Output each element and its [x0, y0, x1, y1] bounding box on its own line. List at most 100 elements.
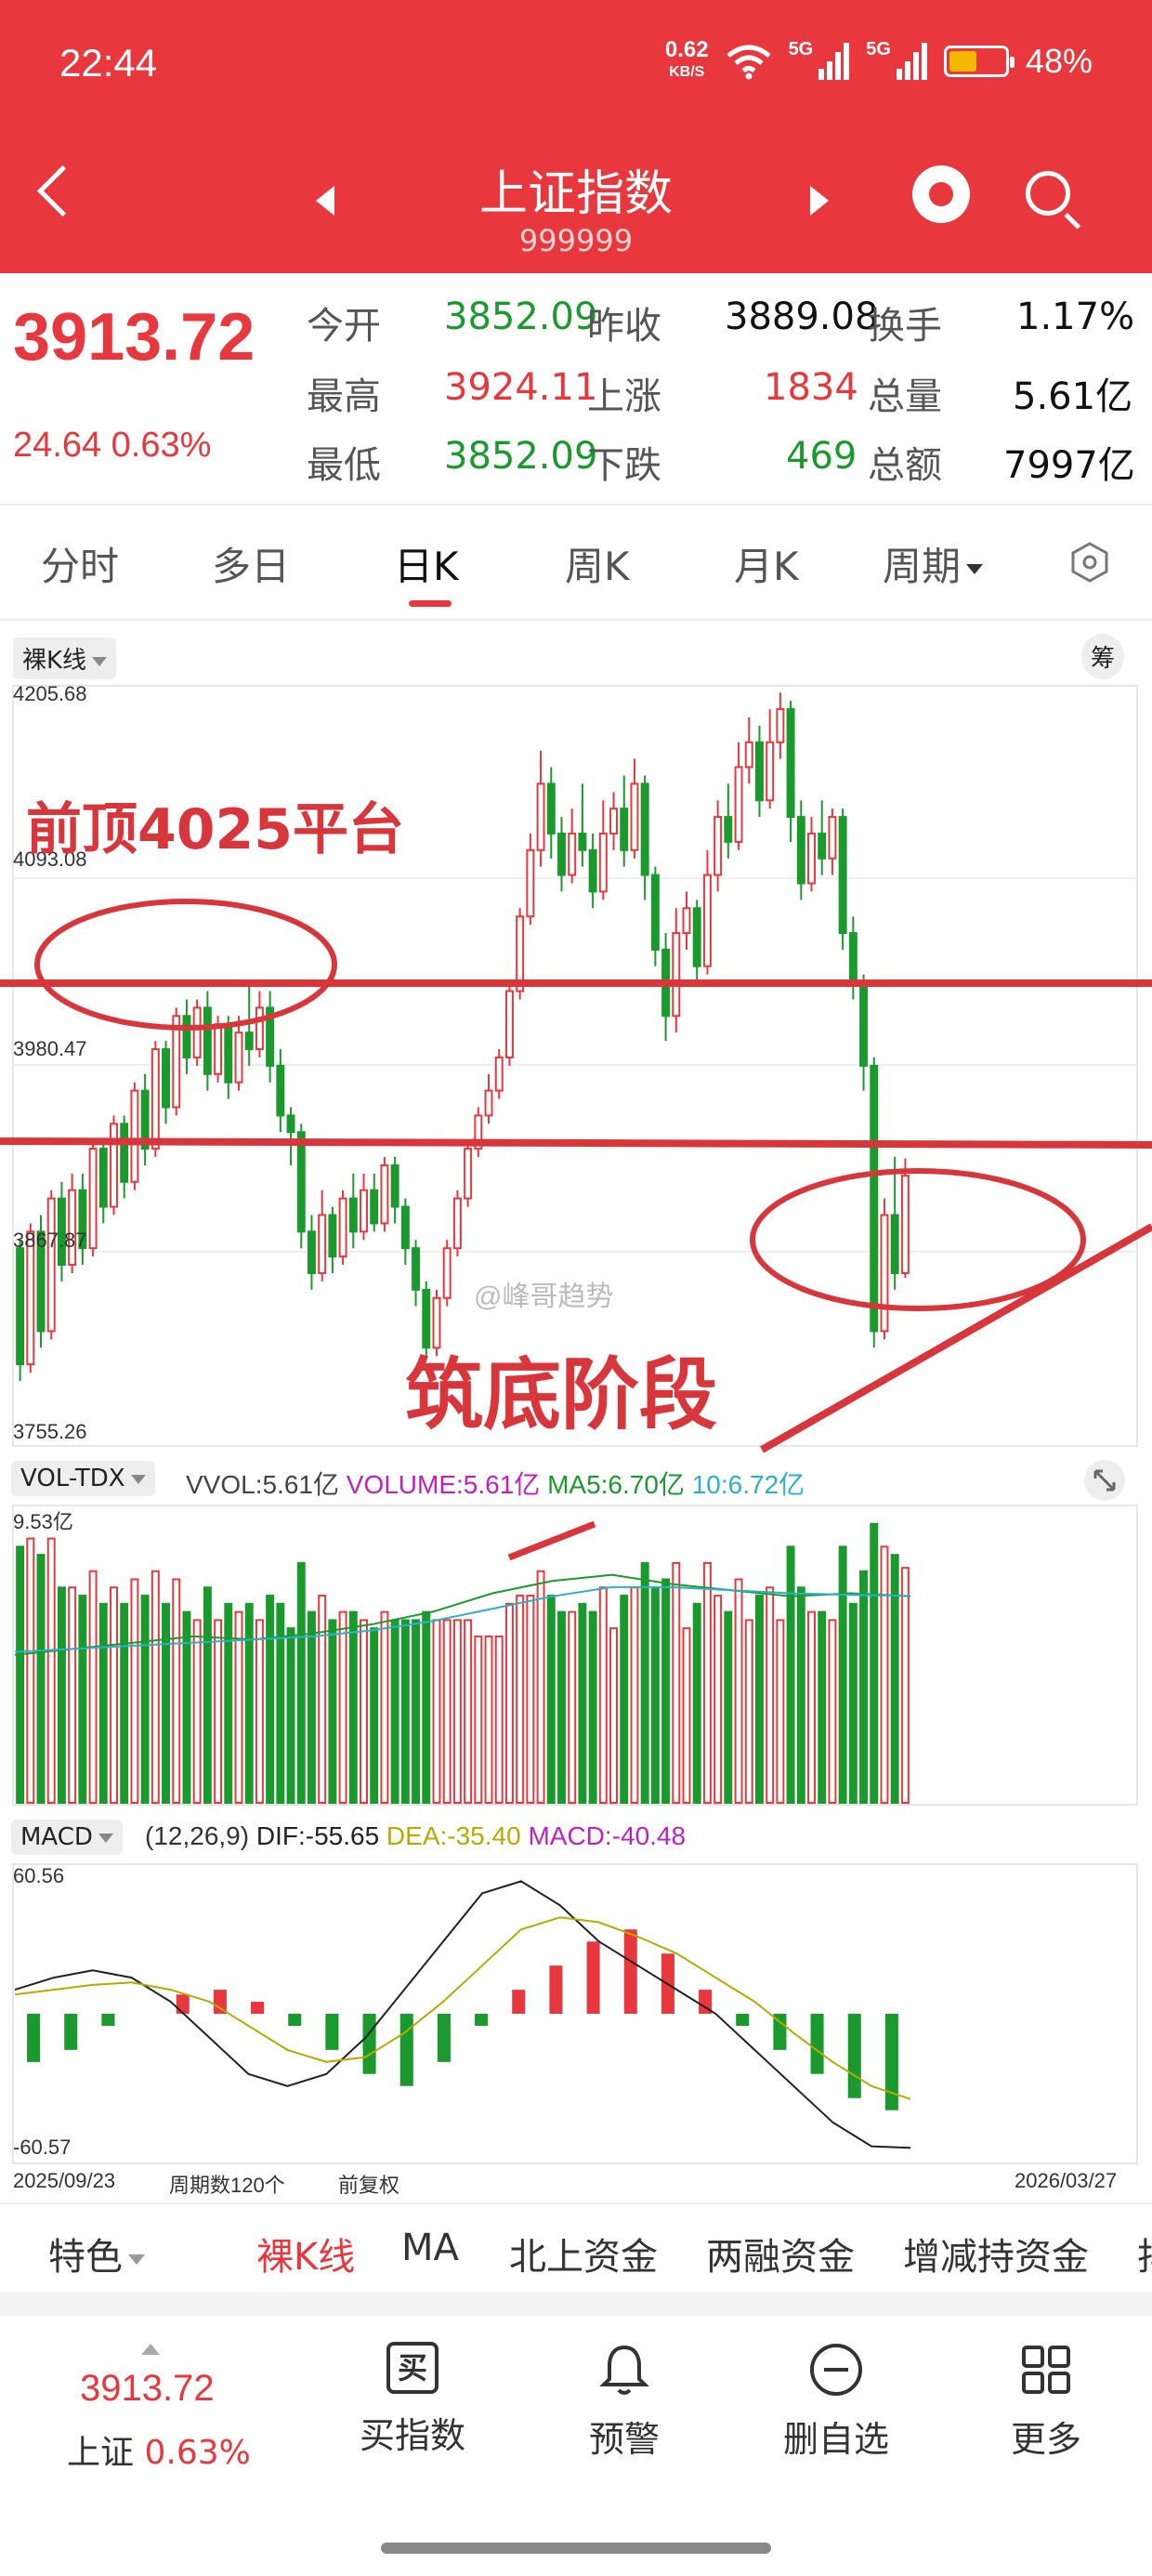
volume-bar — [412, 1619, 421, 1805]
volume-bar — [484, 1635, 493, 1805]
dea-value: DEA:-35.40 — [386, 1821, 521, 1850]
volume-bar — [203, 1586, 212, 1805]
candle-body — [88, 1148, 98, 1250]
candle-body — [504, 990, 514, 1058]
nav-index-pct: 0.63% — [144, 2434, 251, 2472]
volume-bar — [224, 1602, 233, 1805]
macd-max-label: 60.56 — [13, 1864, 65, 1887]
macd-indicator-select[interactable]: MACD — [11, 1820, 123, 1855]
candle-body — [98, 1148, 108, 1208]
candle-body — [380, 1163, 389, 1225]
nav-index-change[interactable]: 上证 0.63% — [67, 2425, 251, 2474]
volume-bar — [702, 1561, 712, 1805]
candle-body — [338, 1197, 347, 1258]
volume-bar — [464, 1619, 473, 1805]
tab-naked-k[interactable]: 裸K线 — [256, 2227, 355, 2280]
k-grid — [13, 877, 1137, 1253]
volume-bar — [276, 1602, 285, 1805]
volume-bar — [754, 1595, 764, 1804]
volume-bar — [568, 1610, 577, 1804]
vol-indicator-label: VOL-TDX — [20, 1465, 125, 1492]
candle-body — [182, 1015, 191, 1058]
candle-body — [46, 1197, 56, 1333]
candle-body — [807, 832, 816, 885]
tab-northbound[interactable]: 北上资金 — [509, 2227, 658, 2280]
candle-body — [452, 1197, 462, 1250]
candle-body — [224, 1023, 233, 1084]
volume-bar — [557, 1610, 566, 1804]
candle-body — [318, 1214, 327, 1274]
macd-min-label: -60.57 — [13, 2136, 72, 2159]
candle-body — [130, 1089, 139, 1183]
volume-bar — [807, 1610, 816, 1804]
candle-body — [776, 708, 785, 743]
macd-value: MACD:-40.48 — [528, 1821, 687, 1850]
volume-bar — [526, 1595, 535, 1804]
alert-button[interactable]: 预警 — [531, 2342, 717, 2462]
ma10-value: 10:6.72亿 — [691, 1470, 805, 1499]
volume-bar — [640, 1561, 649, 1805]
volume-bar — [734, 1578, 743, 1804]
chevron-down-icon — [130, 1474, 146, 1484]
volume-bar — [26, 1537, 35, 1804]
vol-indicator-select[interactable]: VOL-TDX — [11, 1461, 155, 1496]
expand-icon[interactable] — [1083, 1459, 1126, 1502]
candle-body — [442, 1247, 452, 1299]
annotation-bottoming: 筑底阶段 — [405, 1349, 718, 1440]
volume-bar — [120, 1602, 129, 1805]
volume-bar — [307, 1610, 316, 1804]
tab-more-clipped[interactable]: 抖 — [1137, 2227, 1152, 2280]
adjust-mode[interactable]: 前复权 — [338, 2169, 399, 2199]
support-line — [0, 1137, 1152, 1149]
bell-icon — [599, 2345, 649, 2395]
candle-body — [120, 1123, 129, 1183]
candle-body — [870, 1064, 879, 1333]
candle-body — [702, 874, 712, 967]
candle-body — [400, 1205, 410, 1250]
volume-bar — [442, 1619, 452, 1805]
tab-holdings-change[interactable]: 增减持资金 — [903, 2227, 1089, 2280]
volume-bar — [818, 1610, 827, 1804]
candle-body — [255, 1006, 264, 1050]
tab-margin[interactable]: 两融资金 — [706, 2227, 855, 2280]
minus-circle-icon — [810, 2344, 862, 2396]
volume-bar — [546, 1595, 556, 1804]
buy-index-button[interactable]: 买 买指数 — [320, 2342, 505, 2458]
volume-bar — [786, 1545, 795, 1805]
candle-body — [276, 1064, 285, 1117]
volume-bar — [692, 1602, 701, 1805]
remove-watchlist-button[interactable]: 删自选 — [743, 2342, 929, 2462]
volume-bar — [57, 1586, 66, 1805]
nav-index-name: 上证 — [67, 2434, 135, 2472]
volume-bar — [828, 1619, 837, 1805]
candle-body — [110, 1123, 118, 1208]
volume-bar — [318, 1595, 327, 1804]
volume-bar — [68, 1586, 77, 1805]
candle-body — [244, 1032, 254, 1050]
volume-bar — [380, 1610, 389, 1804]
chevron-down-icon — [128, 2254, 145, 2265]
uptrend-line — [760, 1223, 1152, 1453]
tab-ma[interactable]: MA — [401, 2227, 459, 2269]
candle-body — [650, 874, 660, 951]
nav-price[interactable]: 3913.72 — [80, 2368, 215, 2410]
candle-body — [203, 1006, 212, 1075]
volume-bar — [432, 1619, 441, 1805]
date-start: 2025/09/23 — [13, 2169, 116, 2192]
candle-body — [464, 1148, 473, 1200]
remove-label: 删自选 — [782, 2419, 889, 2460]
candle-body — [578, 832, 587, 851]
candle-body — [848, 932, 857, 984]
more-button[interactable]: 更多 — [953, 2342, 1139, 2462]
candle-body — [682, 907, 691, 935]
candle-body — [609, 808, 619, 835]
date-end: 2026/03/27 — [1015, 2169, 1118, 2192]
annotation-top-platform: 前顶4025平台 — [26, 797, 404, 862]
candle-body — [724, 816, 733, 843]
volume-bar — [182, 1610, 191, 1804]
candle-body — [162, 1047, 171, 1109]
candle-body — [766, 741, 775, 802]
home-indicator[interactable] — [381, 2543, 771, 2554]
candle-body — [192, 1006, 202, 1058]
tab-featured[interactable]: 特色 — [48, 2227, 145, 2280]
